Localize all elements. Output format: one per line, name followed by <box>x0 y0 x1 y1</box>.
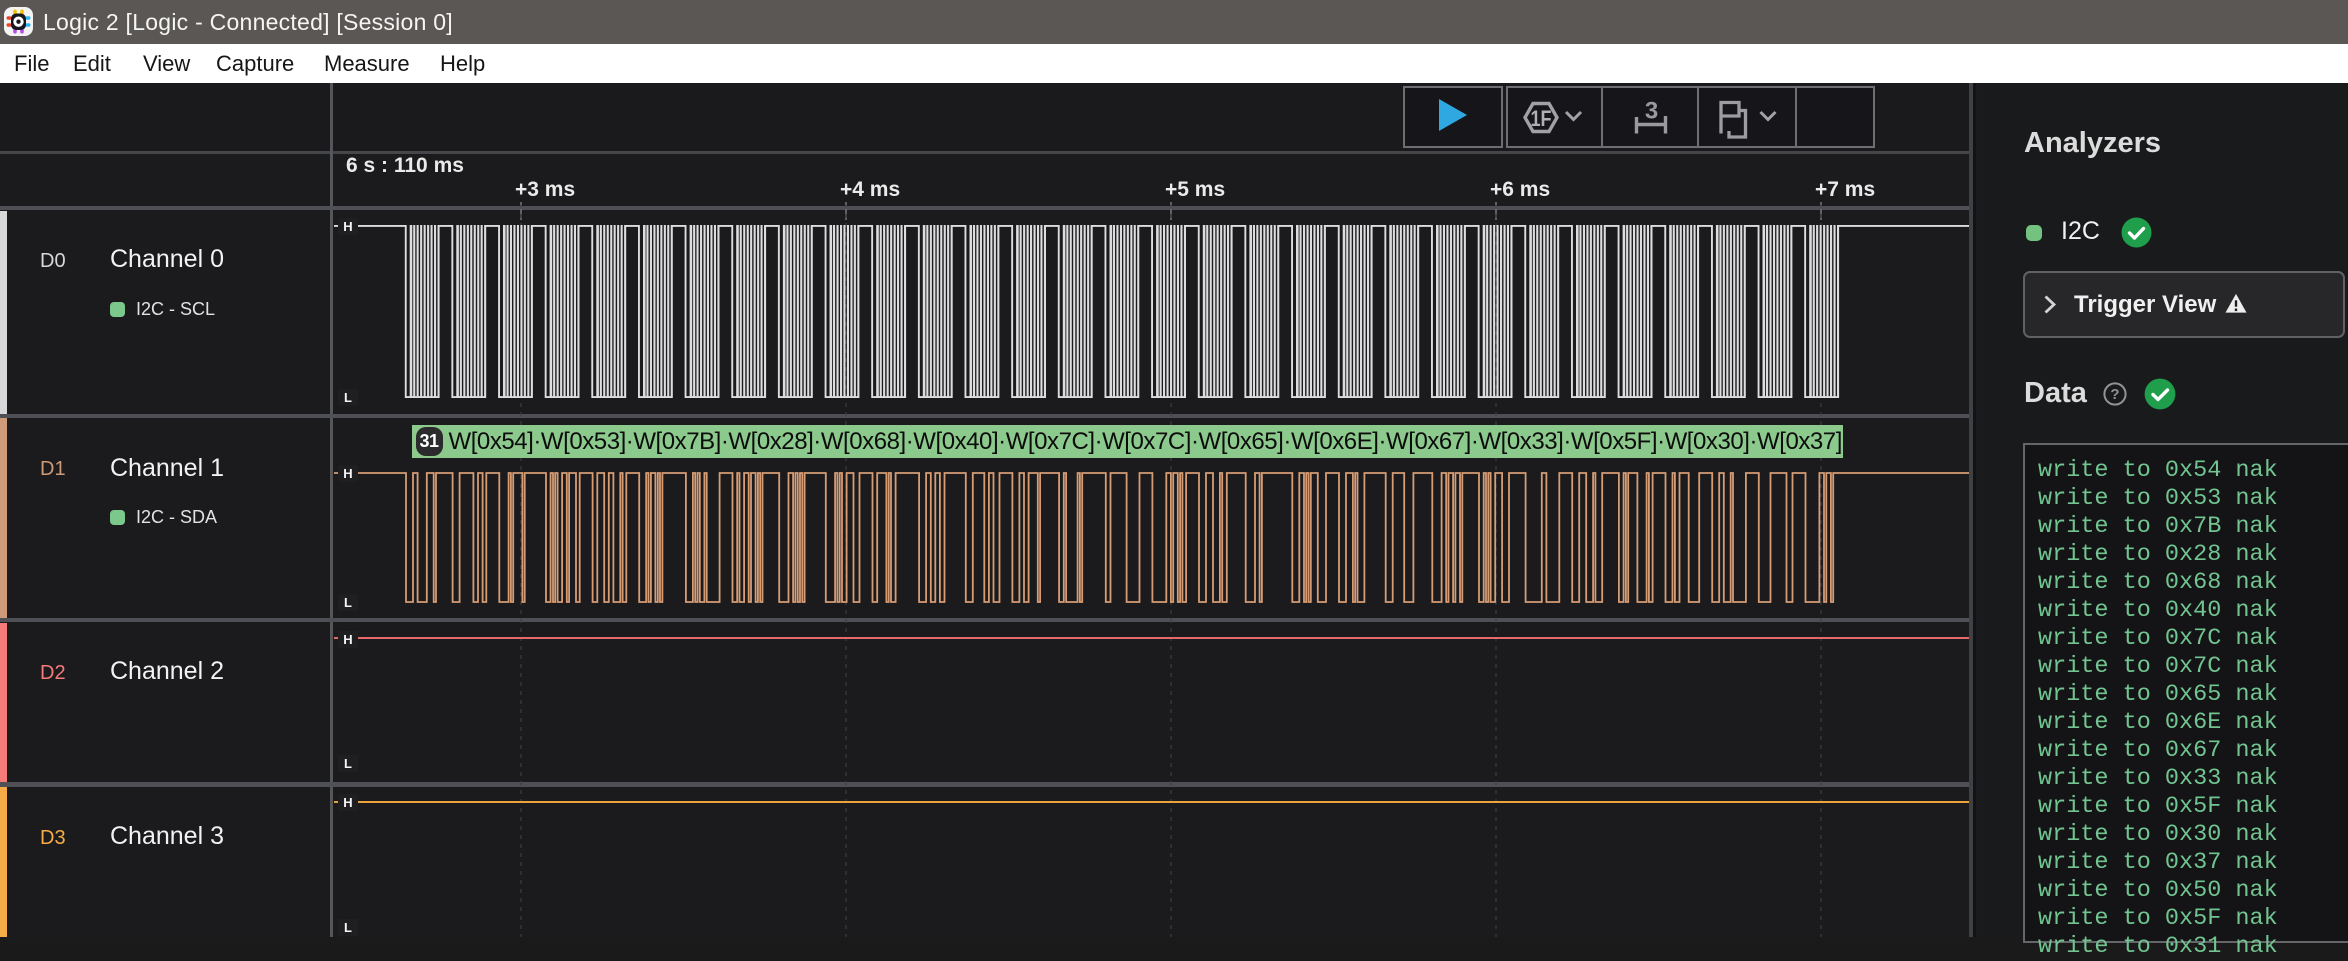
svg-text:3: 3 <box>1645 98 1658 125</box>
svg-text:?: ? <box>2110 386 2119 403</box>
svg-text:1F: 1F <box>1530 107 1551 131</box>
